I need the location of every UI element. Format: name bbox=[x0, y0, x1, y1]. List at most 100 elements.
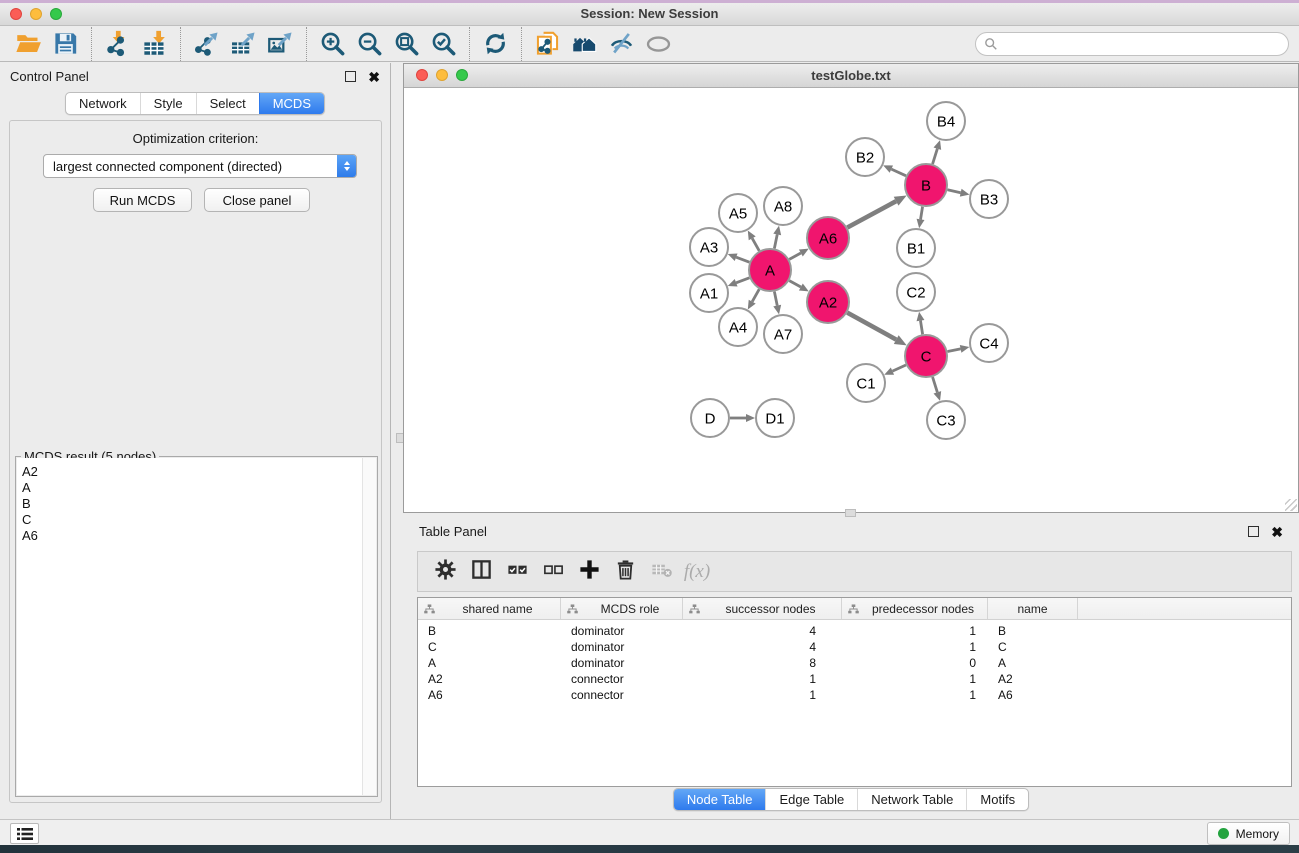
column-header-successor-nodes[interactable]: successor nodes bbox=[683, 598, 842, 619]
network-minimize-button[interactable] bbox=[436, 69, 448, 81]
graph-edge-A2-C[interactable] bbox=[847, 313, 906, 346]
graph-edge-A-A7[interactable] bbox=[773, 292, 781, 315]
table-row[interactable]: A2connector11A2 bbox=[418, 671, 1291, 687]
mcds-result-item[interactable]: C bbox=[17, 512, 376, 528]
graph-node-A[interactable]: A bbox=[749, 249, 791, 291]
zoom-out-button[interactable] bbox=[351, 28, 388, 60]
graph-node-A4[interactable]: A4 bbox=[719, 308, 757, 346]
column-header-name[interactable]: name bbox=[988, 598, 1078, 619]
graph-node-B2[interactable]: B2 bbox=[846, 138, 884, 176]
graph-edge-A-A6[interactable] bbox=[789, 249, 808, 260]
graph-node-C2[interactable]: C2 bbox=[897, 273, 935, 311]
column-visibility-button[interactable] bbox=[463, 556, 499, 588]
graph-edge-A6-B[interactable] bbox=[847, 195, 906, 227]
add-column-button[interactable] bbox=[571, 556, 607, 588]
delete-column-button[interactable] bbox=[607, 556, 643, 588]
search-input[interactable] bbox=[1003, 36, 1280, 52]
graph-edge-A-A5[interactable] bbox=[748, 230, 759, 250]
home-button[interactable] bbox=[566, 28, 603, 60]
tab-style[interactable]: Style bbox=[140, 93, 196, 114]
graph-edge-C-C4[interactable] bbox=[948, 345, 970, 353]
tab-select[interactable]: Select bbox=[196, 93, 259, 114]
search-box[interactable] bbox=[975, 32, 1289, 56]
mcds-result-item[interactable]: A6 bbox=[17, 528, 376, 544]
mcds-result-item[interactable]: B bbox=[17, 496, 376, 512]
graph-edge-C-C3[interactable] bbox=[933, 377, 942, 401]
mcds-result-item[interactable]: A bbox=[17, 480, 376, 496]
graph-node-D[interactable]: D bbox=[691, 399, 729, 437]
graph-node-C1[interactable]: C1 bbox=[847, 364, 885, 402]
column-header-mcds-role[interactable]: MCDS role bbox=[561, 598, 683, 619]
graph-node-C4[interactable]: C4 bbox=[970, 324, 1008, 362]
run-mcds-button[interactable]: Run MCDS bbox=[93, 188, 192, 212]
zoom-selected-button[interactable] bbox=[425, 28, 462, 60]
graph-edge-B-B4[interactable] bbox=[933, 140, 942, 164]
tab-motifs[interactable]: Motifs bbox=[966, 789, 1028, 810]
save-session-button[interactable] bbox=[47, 28, 84, 60]
control-panel-close-button[interactable]: ✖ bbox=[368, 72, 380, 82]
window-resize-grip[interactable] bbox=[1285, 499, 1297, 511]
deselect-all-button[interactable] bbox=[535, 556, 571, 588]
table-row[interactable]: Adominator80A bbox=[418, 655, 1291, 671]
table-row[interactable]: A6connector11A6 bbox=[418, 687, 1291, 703]
export-image-button[interactable] bbox=[262, 28, 299, 60]
graph-edge-A-A3[interactable] bbox=[728, 253, 750, 262]
graph-node-A2[interactable]: A2 bbox=[807, 281, 849, 323]
graph-edge-A-A4[interactable] bbox=[748, 289, 759, 309]
graph-edge-B-B3[interactable] bbox=[947, 189, 969, 197]
export-table-button[interactable] bbox=[225, 28, 262, 60]
import-table-button[interactable] bbox=[136, 28, 173, 60]
close-panel-button[interactable]: Close panel bbox=[204, 188, 310, 212]
tab-node-table[interactable]: Node Table bbox=[674, 789, 766, 810]
graph-edge-A-A2[interactable] bbox=[789, 281, 808, 292]
network-zoom-button[interactable] bbox=[456, 69, 468, 81]
graph-edge-B-B2[interactable] bbox=[883, 165, 906, 175]
control-panel-float-button[interactable] bbox=[345, 71, 356, 82]
graph-edge-A-A1[interactable] bbox=[728, 278, 750, 287]
network-close-button[interactable] bbox=[416, 69, 428, 81]
mcds-result-item[interactable]: A2 bbox=[17, 464, 376, 480]
birds-eye-view-button[interactable] bbox=[640, 28, 677, 60]
graph-node-B[interactable]: B bbox=[905, 164, 947, 206]
table-panel-close-button[interactable]: ✖ bbox=[1271, 527, 1283, 537]
zoom-fit-button[interactable] bbox=[388, 28, 425, 60]
graph-node-A6[interactable]: A6 bbox=[807, 217, 849, 259]
zoom-in-button[interactable] bbox=[314, 28, 351, 60]
graph-node-B3[interactable]: B3 bbox=[970, 180, 1008, 218]
graph-node-A8[interactable]: A8 bbox=[764, 187, 802, 225]
tab-mcds[interactable]: MCDS bbox=[259, 93, 324, 114]
graph-node-A1[interactable]: A1 bbox=[690, 274, 728, 312]
graph-edge-B-B1[interactable] bbox=[917, 207, 925, 229]
network-canvas[interactable]: B4B2BB3A8A5A6A3B1AC2A1A2A4A7C4CC1C3DD1 bbox=[404, 88, 1298, 512]
memory-button[interactable]: Memory bbox=[1207, 822, 1290, 845]
graph-node-A7[interactable]: A7 bbox=[764, 315, 802, 353]
table-row[interactable]: Bdominator41B bbox=[418, 623, 1291, 639]
graph-edge-A-A8[interactable] bbox=[773, 226, 781, 249]
refresh-button[interactable] bbox=[477, 28, 514, 60]
table-panel-float-button[interactable] bbox=[1248, 526, 1259, 537]
task-history-button[interactable] bbox=[10, 823, 39, 844]
horizontal-divider-grip[interactable] bbox=[845, 509, 856, 517]
graph-node-A5[interactable]: A5 bbox=[719, 194, 757, 232]
graph-node-D1[interactable]: D1 bbox=[756, 399, 794, 437]
network-graph[interactable]: B4B2BB3A8A5A6A3B1AC2A1A2A4A7C4CC1C3DD1 bbox=[404, 88, 1298, 513]
import-network-button[interactable] bbox=[99, 28, 136, 60]
result-scrollbar[interactable] bbox=[362, 458, 376, 795]
column-header-shared-name[interactable]: shared name bbox=[418, 598, 561, 619]
graph-edge-C-C1[interactable] bbox=[884, 365, 906, 375]
hide-graphics-details-button[interactable] bbox=[603, 28, 640, 60]
graph-node-C3[interactable]: C3 bbox=[927, 401, 965, 439]
table-settings-button[interactable] bbox=[427, 556, 463, 588]
column-header-predecessor-nodes[interactable]: predecessor nodes bbox=[842, 598, 988, 619]
graph-edge-D-D1[interactable] bbox=[730, 414, 755, 422]
select-all-button[interactable] bbox=[499, 556, 535, 588]
graph-edge-C-C2[interactable] bbox=[917, 312, 925, 335]
tab-network-table[interactable]: Network Table bbox=[857, 789, 966, 810]
table-row[interactable]: Cdominator41C bbox=[418, 639, 1291, 655]
graph-node-C[interactable]: C bbox=[905, 335, 947, 377]
export-network-button[interactable] bbox=[188, 28, 225, 60]
tab-edge-table[interactable]: Edge Table bbox=[765, 789, 857, 810]
graph-node-A3[interactable]: A3 bbox=[690, 228, 728, 266]
graph-node-B4[interactable]: B4 bbox=[927, 102, 965, 140]
optimization-criterion-select[interactable]: largest connected component (directed) bbox=[43, 154, 357, 178]
